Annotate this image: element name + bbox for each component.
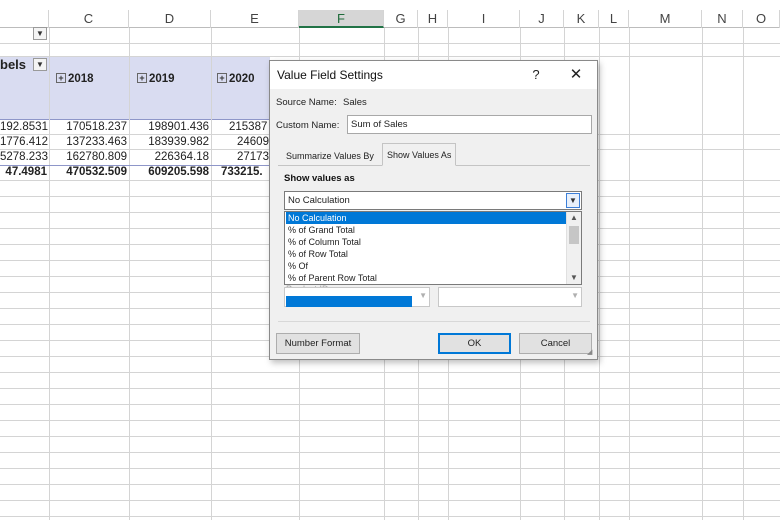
pivot-cell[interactable]: 137233.463 — [49, 136, 127, 148]
button-separator — [278, 321, 590, 322]
pivot-cell[interactable]: 170518.237 — [49, 121, 127, 133]
column-header-m[interactable]: M — [629, 10, 702, 28]
column-header-l[interactable]: L — [599, 10, 629, 28]
grand-total-cell[interactable]: 47.4981 — [0, 166, 47, 178]
grand-total-cell[interactable]: 470532.509 — [49, 166, 127, 178]
chevron-up-icon[interactable]: ▲ — [567, 212, 581, 224]
pivot-cell[interactable]: 192.8531 — [0, 121, 48, 133]
list-item[interactable]: % Of — [286, 260, 567, 272]
expand-icon[interactable]: + — [137, 73, 147, 83]
dialog-title: Value Field Settings — [277, 68, 383, 82]
pivot-cell[interactable]: 5278.233 — [0, 151, 48, 163]
cancel-button[interactable]: Cancel — [519, 333, 592, 354]
list-item[interactable]: No Calculation — [286, 212, 567, 224]
column-header-e[interactable]: E — [211, 10, 299, 28]
base-item-list: ▼ — [438, 287, 582, 307]
year-header-2019[interactable]: +2019 — [137, 73, 175, 85]
pivot-cell[interactable]: 1776.412 — [0, 136, 48, 148]
source-name-label: Source Name: — [276, 97, 337, 108]
combo-selected-value: No Calculation — [288, 195, 350, 206]
grand-total-cell[interactable]: 609205.598 — [129, 166, 209, 178]
tab-show-values-as[interactable]: Show Values As — [382, 143, 457, 166]
base-field-selection — [286, 296, 412, 307]
help-button[interactable]: ? — [526, 65, 546, 85]
tab-summarize-values-by[interactable]: Summarize Values By — [282, 147, 378, 165]
column-header-j[interactable]: J — [520, 10, 564, 28]
column-header-b[interactable] — [0, 10, 49, 28]
column-header-o[interactable]: O — [743, 10, 780, 28]
pivot-cell[interactable]: 24609 — [237, 136, 269, 148]
pivot-cell[interactable]: 226364.18 — [129, 151, 209, 163]
year-header-2018[interactable]: +2018 — [56, 73, 94, 85]
close-button[interactable]: ✕ — [564, 65, 588, 85]
chevron-down-icon: ▼ — [419, 291, 427, 300]
column-header-g[interactable]: G — [384, 10, 418, 28]
value-field-settings-dialog[interactable]: Value Field Settings ? ✕ Source Name: Sa… — [269, 60, 598, 360]
pivot-column-labels-header: bels — [0, 57, 27, 72]
column-header-f[interactable]: F — [299, 10, 384, 28]
chevron-down-icon[interactable]: ▼ — [567, 272, 581, 284]
resize-grip-icon[interactable]: ◢ — [587, 349, 595, 357]
year-header-2020[interactable]: +2020 — [217, 73, 255, 85]
column-header-h[interactable]: H — [418, 10, 448, 28]
filter-dropdown-icon[interactable]: ▼ — [33, 27, 47, 40]
show-values-as-combo[interactable]: No Calculation ▼ — [284, 191, 582, 210]
source-name-value: Sales — [343, 97, 367, 108]
list-item[interactable]: % of Parent Row Total — [286, 272, 567, 284]
column-header-c[interactable]: C — [49, 10, 129, 28]
pivot-cell[interactable]: 215387 — [229, 121, 267, 133]
pivot-header-divider — [0, 119, 270, 120]
base-field-list: ▼ — [284, 287, 430, 307]
expand-icon[interactable]: + — [56, 73, 66, 83]
dialog-titlebar[interactable]: Value Field Settings ? ✕ — [270, 61, 597, 89]
number-format-button[interactable]: Number Format — [276, 333, 360, 354]
pivot-cell[interactable]: 183939.982 — [129, 136, 209, 148]
chevron-down-icon: ▼ — [571, 291, 579, 300]
custom-name-input[interactable]: Sum of Sales — [347, 115, 592, 134]
show-values-as-list[interactable]: No Calculation % of Grand Total % of Col… — [284, 211, 582, 285]
chevron-down-icon[interactable]: ▼ — [566, 193, 580, 208]
list-item[interactable]: % of Column Total — [286, 236, 567, 248]
column-header-k[interactable]: K — [564, 10, 599, 28]
custom-name-label: Custom Name: — [276, 120, 340, 131]
column-header-i[interactable]: I — [448, 10, 520, 28]
expand-icon[interactable]: + — [217, 73, 227, 83]
show-values-as-label: Show values as — [284, 173, 355, 184]
grand-total-cell[interactable]: 733215. — [221, 166, 263, 178]
pivot-cell[interactable]: 162780.809 — [49, 151, 127, 163]
column-labels-filter-icon[interactable]: ▼ — [33, 58, 47, 71]
pivot-cell[interactable]: 27173 — [237, 151, 269, 163]
column-header-n[interactable]: N — [702, 10, 743, 28]
scrollbar-thumb[interactable] — [569, 226, 579, 244]
ok-button[interactable]: OK — [438, 333, 511, 354]
list-item[interactable]: % of Row Total — [286, 248, 567, 260]
list-scrollbar[interactable]: ▲ ▼ — [566, 212, 581, 284]
column-header-d[interactable]: D — [129, 10, 211, 28]
pivot-cell[interactable]: 198901.436 — [129, 121, 209, 133]
list-item[interactable]: % of Grand Total — [286, 224, 567, 236]
